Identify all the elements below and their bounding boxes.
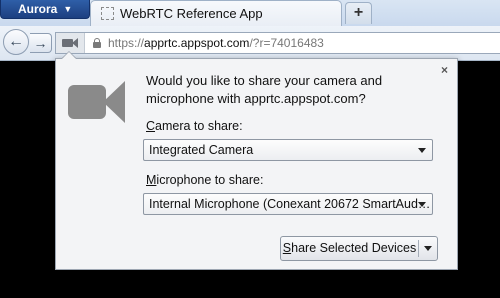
chevron-down-icon [424, 246, 432, 251]
share-button-label: Share Selected Devices [282, 241, 417, 255]
microphone-select-value: Internal Microphone (Conexant 20672 Smar… [149, 197, 431, 211]
url-path: /?r=74016483 [249, 36, 324, 50]
chevron-down-icon: ▼ [63, 4, 73, 14]
microphone-label: Microphone to share: [146, 173, 264, 187]
url-bar[interactable]: https://apprtc.appspot.com/?r=74016483 [55, 32, 500, 54]
url-host: apprtc.appspot.com [144, 36, 250, 50]
camera-icon [68, 81, 126, 123]
url-protocol: https:// [108, 36, 145, 50]
permission-panel: × Would you like to share your camera an… [55, 58, 458, 270]
new-tab-button[interactable]: + [345, 2, 372, 24]
microphone-select[interactable]: Internal Microphone (Conexant 20672 Smar… [143, 193, 433, 215]
title-bar: Aurora ▼ WebRTC Reference App + [0, 0, 500, 27]
camera-label: Camera to share: [146, 119, 243, 133]
lock-icon [93, 38, 101, 48]
chevron-down-icon [418, 148, 426, 153]
panel-arrow-fill [62, 52, 76, 59]
tab-webrtc[interactable]: WebRTC Reference App [90, 0, 342, 26]
favicon-icon [101, 7, 114, 20]
share-options-dropdown[interactable] [419, 237, 438, 260]
camera-select[interactable]: Integrated Camera [143, 139, 433, 161]
forward-button[interactable]: → [30, 33, 52, 53]
permission-question: Would you like to share your camera and … [146, 73, 383, 106]
share-devices-button[interactable]: Share Selected Devices [280, 236, 438, 261]
camera-select-value: Integrated Camera [149, 143, 254, 157]
chevron-down-icon [418, 202, 426, 207]
camera-permission-icon[interactable] [56, 33, 85, 53]
aurora-label: Aurora [18, 2, 58, 16]
tab-title: WebRTC Reference App [120, 6, 263, 21]
aurora-menu-button[interactable]: Aurora ▼ [0, 0, 90, 19]
back-button[interactable]: ← [3, 29, 29, 55]
url-text[interactable]: https://apprtc.appspot.com/?r=74016483 [108, 36, 324, 50]
